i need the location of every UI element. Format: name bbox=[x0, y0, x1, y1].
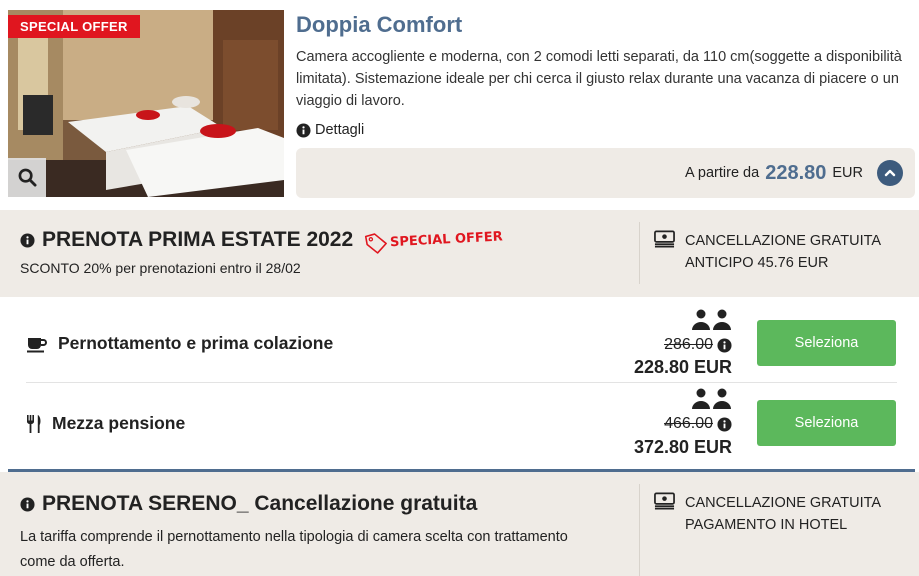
money-icon bbox=[654, 230, 675, 248]
select-button[interactable]: Seleziona bbox=[757, 400, 896, 446]
collapse-button[interactable] bbox=[877, 160, 903, 186]
old-price: 466.00 bbox=[664, 415, 713, 432]
info-icon[interactable] bbox=[717, 337, 732, 353]
details-label: Dettagli bbox=[315, 122, 365, 138]
room-description: Camera accogliente e moderna, con 2 como… bbox=[296, 49, 902, 109]
info-icon bbox=[296, 122, 311, 138]
room-photo[interactable] bbox=[8, 10, 284, 197]
search-icon bbox=[18, 168, 37, 187]
two-persons-icon bbox=[692, 309, 732, 331]
coffee-cup-icon bbox=[27, 337, 47, 352]
zoom-button[interactable] bbox=[8, 158, 46, 197]
offer-section: PRENOTA SERENO_ Cancellazione gratuita L… bbox=[0, 472, 919, 576]
two-persons-icon bbox=[692, 388, 732, 410]
divider bbox=[639, 484, 640, 576]
cancellation-policy: CANCELLAZIONE GRATUITA bbox=[685, 233, 882, 249]
offer-subtitle: SCONTO 20% per prenotazioni entro il 28/… bbox=[20, 260, 301, 276]
rate-name: Mezza pensione bbox=[52, 413, 186, 433]
old-price: 286.00 bbox=[664, 336, 713, 353]
rate-name: Pernottamento e prima colazione bbox=[58, 333, 334, 353]
select-button[interactable]: Seleziona bbox=[757, 320, 896, 366]
payment-policy: PAGAMENTO IN HOTEL bbox=[685, 517, 848, 533]
info-icon bbox=[20, 496, 35, 512]
price-prefix: A partire da bbox=[685, 165, 760, 181]
price-bar: A partire da 228.80 EUR bbox=[296, 148, 915, 198]
tag-icon bbox=[365, 233, 388, 254]
room-title: Doppia Comfort bbox=[296, 12, 463, 37]
new-price: 372.80 EUR bbox=[633, 437, 732, 457]
price-currency: EUR bbox=[832, 165, 863, 181]
info-icon[interactable] bbox=[717, 416, 732, 432]
offer-section: PRENOTA PRIMA ESTATE 2022 SPECIAL OFFER … bbox=[0, 210, 919, 297]
special-offer-tag: SPECIAL OFFER bbox=[364, 225, 504, 254]
new-price: 228.80 EUR bbox=[633, 357, 732, 377]
divider bbox=[26, 382, 897, 383]
special-offer-badge: SPECIAL OFFER bbox=[8, 15, 140, 38]
price-value: 228.80 bbox=[765, 161, 827, 184]
money-icon bbox=[654, 492, 675, 510]
payment-policy: ANTICIPO 45.76 EUR bbox=[685, 255, 829, 271]
rates-panel: Pernottamento e prima colazione 286.00 2… bbox=[8, 297, 915, 472]
divider bbox=[639, 222, 640, 284]
cancellation-policy: CANCELLAZIONE GRATUITA bbox=[685, 495, 882, 511]
offer-description: come da offerta. bbox=[20, 554, 125, 570]
chevron-up-icon bbox=[884, 169, 896, 177]
offer-description: La tariffa comprende il pernottamento ne… bbox=[20, 529, 568, 545]
details-link[interactable]: Dettagli bbox=[296, 122, 364, 138]
offer-title: PRENOTA SERENO_ Cancellazione gratuita bbox=[42, 492, 478, 515]
fork-knife-icon bbox=[27, 414, 41, 433]
info-icon bbox=[20, 232, 35, 248]
offer-title: PRENOTA PRIMA ESTATE 2022 bbox=[42, 228, 354, 251]
